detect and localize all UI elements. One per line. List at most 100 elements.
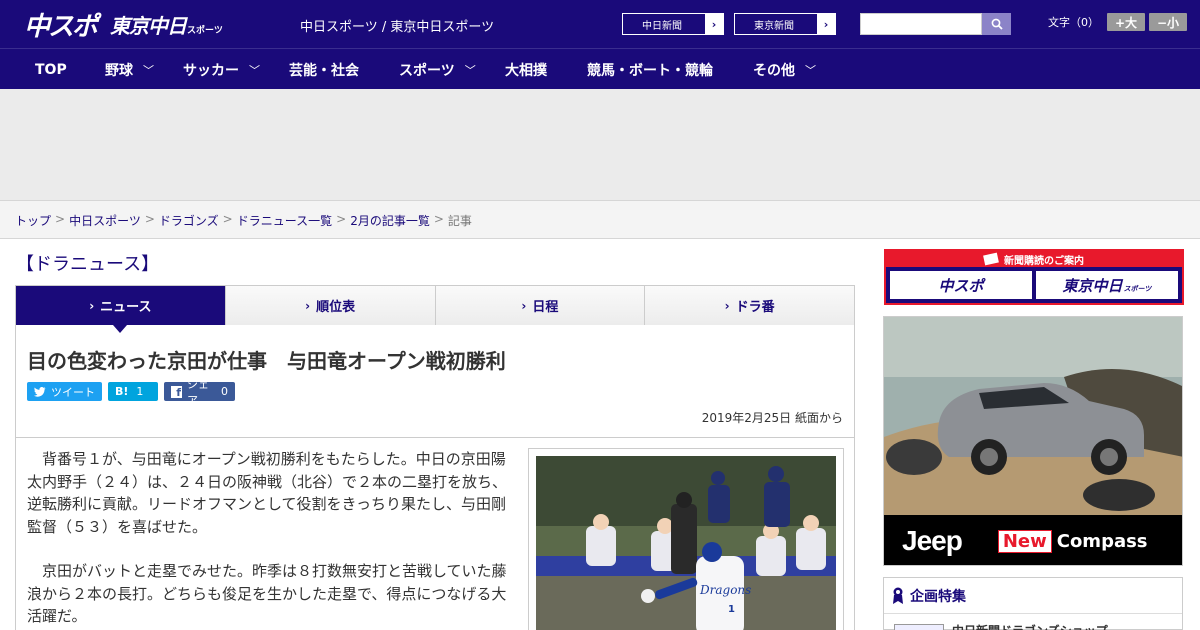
ribbon-icon	[893, 587, 903, 604]
share-buttons: ツイート B! 1 f シェア 0	[27, 378, 241, 407]
nav-item-sports[interactable]: スポーツ ﹀	[399, 49, 476, 90]
nav-item-soccer[interactable]: サッカー ﹀	[183, 49, 260, 90]
nav-item-label: サッカー	[183, 62, 239, 79]
tab-news[interactable]: › ニュース	[16, 286, 226, 333]
jersey-text: Dragons	[699, 583, 751, 597]
chevron-down-icon: ﹀	[249, 63, 260, 77]
nav-item-label: スポーツ	[399, 62, 455, 79]
tab-standings[interactable]: › 順位表	[225, 286, 436, 325]
site-header: 中スポ 東京中日 スポーツ 中日スポーツ / 東京中日スポーツ 中日新聞 › 東…	[0, 0, 1200, 48]
compass-label: Compass	[1056, 530, 1148, 552]
chevron-right-icon: ›	[305, 298, 311, 313]
main-nav: TOP 野球 ﹀ サッカー ﹀ 芸能・社会 スポーツ ﹀ 大相撲 競馬・ボート・競輪 …	[0, 48, 1200, 89]
nav-item-label: 芸能・社会	[289, 62, 359, 79]
search-icon	[991, 18, 1003, 30]
breadcrumb-bar: トップ > 中日スポーツ > ドラゴンズ > ドラニュース一覧 > 2月の記事一覧 > 記…	[0, 201, 1200, 239]
site-name: 中日スポーツ / 東京中日スポーツ	[300, 20, 495, 35]
tab-label: 順位表	[316, 300, 356, 315]
nav-item-sumo[interactable]: 大相撲	[505, 49, 547, 90]
site-logo[interactable]: 中スポ 東京中日 スポーツ	[24, 8, 223, 42]
article-paragraph: 京田がバットと走塁でみせた。昨季は８打数無安打と苦戦していた藤浪から２本の長打。…	[27, 562, 507, 625]
chevron-down-icon: ﹀	[805, 63, 816, 77]
nav-item-label: 競馬・ボート・競輪	[587, 62, 713, 79]
jeep-ad[interactable]: Jeep New Compass	[883, 316, 1183, 566]
ext-link-label: 中日新聞	[642, 20, 682, 32]
article-text: 背番号１が、与田竜にオープン戦初勝利をもたらした。中日の京田陽太内野手（２４）は…	[27, 448, 509, 630]
subscription-banner[interactable]: 新聞購読のご案内 中スポ 東京中日 スポーツ	[884, 249, 1184, 305]
logo-tokyo-chunichi: 東京中日	[110, 13, 187, 38]
feature-header: 企画特集	[884, 578, 1182, 614]
feature-item[interactable]: 中日新聞ドラゴンズショップ	[894, 622, 1108, 630]
chevron-right-icon: ›	[724, 298, 730, 313]
subscribe-logo-label: 中スポ	[938, 276, 984, 295]
breadcrumb-link[interactable]: トップ	[15, 212, 51, 229]
breadcrumb-link[interactable]: ドラゴンズ	[159, 212, 219, 229]
nav-item-label: 大相撲	[505, 62, 547, 79]
search-button[interactable]	[982, 13, 1011, 35]
font-bigger-button[interactable]: +大	[1107, 13, 1145, 31]
breadcrumb: トップ > 中日スポーツ > ドラゴンズ > ドラニュース一覧 > 2月の記事一覧 > 記…	[15, 212, 472, 229]
subscribe-logos: 中スポ 東京中日 スポーツ	[886, 267, 1182, 303]
photo-image: Dragons 1	[536, 456, 836, 630]
subscribe-logo-label: 東京中日	[1062, 276, 1123, 295]
nav-item-label: その他	[753, 62, 795, 79]
logo-chuspo: 中スポ	[24, 11, 98, 42]
nav-item-entertainment[interactable]: 芸能・社会	[289, 49, 359, 90]
breadcrumb-current: 記事	[447, 214, 472, 228]
nav-item-top[interactable]: TOP	[35, 49, 67, 90]
feature-title: 企画特集	[910, 588, 966, 605]
font-smaller-button[interactable]: −小	[1149, 13, 1187, 31]
article-date: 2019年2月25日 紙面から	[701, 411, 843, 425]
logo-tokyo-small: スポーツ	[187, 25, 223, 36]
tokyo-shimbun-link[interactable]: 東京新聞 ›	[734, 13, 836, 35]
tab-label: 日程	[532, 300, 559, 315]
chevron-right-icon: ›	[89, 298, 95, 313]
search-form	[860, 13, 1011, 35]
jeep-logo: Jeep	[902, 525, 963, 556]
article-photo[interactable]: Dragons 1	[528, 448, 844, 630]
chunichi-shimbun-link[interactable]: 中日新聞 ›	[622, 13, 724, 35]
search-input[interactable]	[860, 13, 982, 35]
article-header: 目の色変わった京田が仕事 与田竜オープン戦初勝利 ツイート B! 1 f シェア…	[15, 325, 855, 438]
jeep-ad-image	[884, 317, 1182, 515]
font-size-control: 文字（0） +大 −小	[1048, 13, 1187, 31]
subscribe-title: 新聞購読のご案内	[1004, 255, 1084, 267]
twitter-bird-icon	[34, 386, 46, 397]
tweet-label: ツイート	[51, 385, 95, 399]
breadcrumb-link[interactable]: 中日スポーツ	[69, 212, 141, 229]
hatena-bookmark-button[interactable]: B! 1	[108, 382, 158, 401]
chevron-right-icon: ›	[817, 14, 835, 34]
article-body: 背番号１が、与田竜にオープン戦初勝利をもたらした。中日の京田陽太内野手（２４）は…	[15, 438, 855, 630]
ad-footer: Jeep New Compass	[884, 515, 1182, 565]
section-title: 【ドラニュース】	[16, 254, 160, 275]
breadcrumb-link[interactable]: 2月の記事一覧	[350, 212, 430, 229]
chevron-down-icon: ﹀	[464, 63, 476, 77]
facebook-icon: f	[171, 385, 182, 398]
nav-item-baseball[interactable]: 野球 ﹀	[105, 49, 154, 90]
nav-item-label: TOP	[35, 61, 67, 78]
tokyo-chunichi-subscribe-link[interactable]: 東京中日 スポーツ	[1036, 271, 1178, 299]
article-headline: 目の色変わった京田が仕事 与田竜オープン戦初勝利	[27, 349, 506, 373]
ext-link-label: 東京新聞	[754, 20, 794, 32]
nav-item-label: 野球	[105, 62, 133, 79]
nav-item-other[interactable]: その他 ﹀	[753, 49, 816, 90]
chuspo-subscribe-link[interactable]: 中スポ	[890, 271, 1032, 299]
subscribe-logo-small: スポーツ	[1123, 285, 1152, 293]
tab-schedule[interactable]: › 日程	[435, 286, 646, 325]
tab-label: ドラ番	[735, 300, 775, 315]
tweet-button[interactable]: ツイート	[27, 382, 102, 401]
facebook-count: 0	[221, 385, 228, 398]
chevron-right-icon: ›	[521, 298, 527, 313]
section-tabs: › ニュース › 順位表 › 日程 › ドラ番	[15, 285, 855, 333]
hatena-icon: B!	[115, 385, 129, 398]
nav-item-racing[interactable]: 競馬・ボート・競輪	[587, 49, 713, 90]
tab-dora-ban[interactable]: › ドラ番	[645, 286, 854, 325]
breadcrumb-link[interactable]: ドラニュース一覧	[237, 212, 332, 229]
top-ad-area	[0, 89, 1200, 201]
font-size-label: 文字（0）	[1048, 16, 1099, 29]
facebook-share-label: シェア	[187, 377, 209, 407]
facebook-share-button[interactable]: f シェア 0	[164, 378, 235, 407]
chevron-right-icon: ›	[705, 14, 723, 34]
subscribe-title-bar: 新聞購読のご案内	[886, 251, 1182, 267]
feature-box: 企画特集 中日新聞ドラゴンズショップ	[883, 577, 1183, 630]
